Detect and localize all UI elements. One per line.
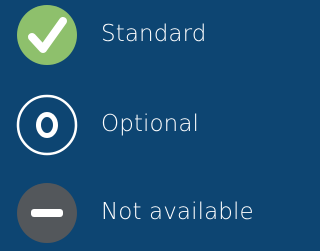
- legend-label-optional: Optional: [101, 111, 200, 137]
- legend-item-optional: Optional: [0, 93, 259, 163]
- legend-item-standard: Standard: [0, 3, 259, 73]
- legend-label-standard: Standard: [101, 21, 207, 47]
- o-icon: [15, 93, 79, 157]
- legend-label-not-available: Not available: [101, 199, 254, 225]
- availability-legend: Standard Optional Not available: [0, 0, 259, 244]
- legend-item-not-available: Not available: [0, 181, 259, 251]
- minus-icon: [15, 181, 79, 245]
- check-icon: [15, 3, 79, 67]
